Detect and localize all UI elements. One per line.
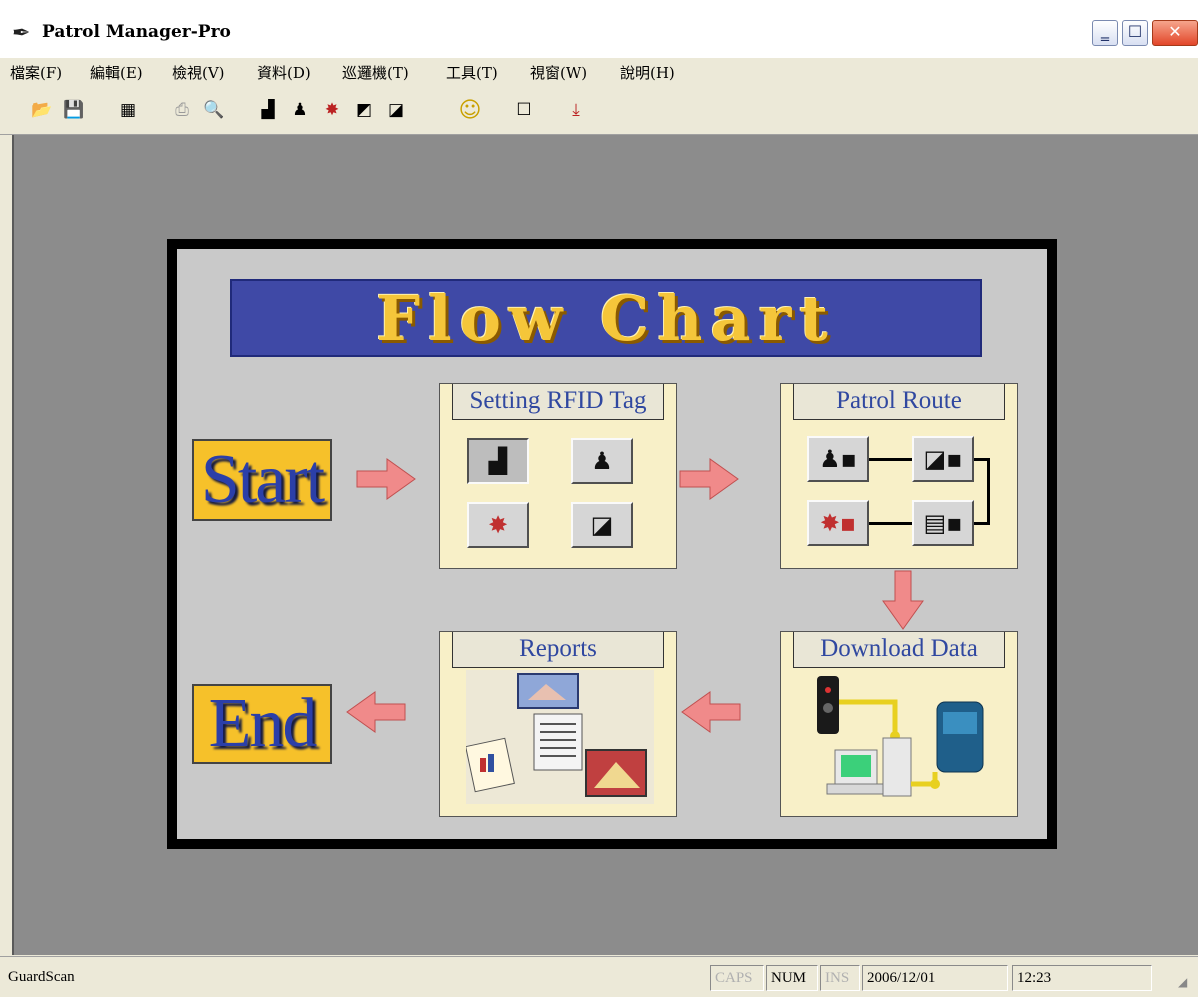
event-icon[interactable]: ✸: [318, 96, 346, 124]
route-connector: [987, 458, 990, 525]
report-reader-button[interactable]: ▤▪: [912, 500, 974, 546]
table-icon[interactable]: ▦: [114, 96, 142, 124]
menu-file[interactable]: 檔案(F): [10, 62, 62, 83]
menu-data[interactable]: 資料(D): [257, 62, 311, 83]
route-icon[interactable]: ◪: [382, 96, 410, 124]
status-date: 2006/12/01: [862, 965, 1008, 991]
title-bar[interactable]: ✒ Patrol Manager-Pro ‗ ☐ ✕: [0, 0, 1198, 59]
route-setting-button[interactable]: ◪: [571, 502, 633, 548]
print-icon[interactable]: ⎙: [168, 96, 196, 124]
patrol-route-label: Patrol Route: [793, 384, 1005, 420]
event-setting-button[interactable]: ✸: [467, 502, 529, 548]
resize-grip-icon[interactable]: ◢: [1178, 975, 1194, 991]
toolbar: 📂 💾 ▦ ⎙ 🔍 ▟ ♟ ✸ ◩ ◪ ☺ ☐ ⤓: [0, 90, 1198, 135]
arrow-route-to-download: [882, 570, 924, 630]
reports-label: Reports: [452, 632, 664, 668]
route-connector: [869, 458, 912, 461]
route-connector: [869, 522, 912, 525]
menu-bar: 檔案(F) 編輯(E) 檢視(V) 資料(D) 巡邏機(T) 工具(T) 視窗(…: [0, 58, 1198, 88]
maximize-button[interactable]: ☐: [1122, 20, 1148, 46]
flowchart-panel: Flow Chart Start End Setting RFID Tag ▟ …: [167, 239, 1057, 849]
close-icon: ✕: [1168, 22, 1182, 41]
guard-icon: ♟: [591, 447, 613, 475]
menu-edit[interactable]: 編輯(E): [90, 62, 143, 83]
menu-tools[interactable]: 工具(T): [446, 62, 498, 83]
guard-icon[interactable]: ♟: [286, 96, 314, 124]
maximize-icon: ☐: [1127, 22, 1143, 41]
status-time: 12:23: [1012, 965, 1152, 991]
download-icon[interactable]: ⤓: [562, 96, 590, 124]
route-connector: [974, 522, 990, 525]
menu-window[interactable]: 視窗(W): [530, 62, 587, 83]
menu-patrol-device[interactable]: 巡邏機(T): [342, 62, 409, 83]
main-window: ✒ Patrol Manager-Pro ‗ ☐ ✕ 檔案(F) 編輯(E) 檢…: [0, 0, 1198, 997]
status-app-name: GuardScan: [8, 969, 75, 985]
event-icon: ✸: [487, 511, 509, 539]
route-icon: ◪: [590, 511, 614, 539]
status-num: NUM: [766, 965, 818, 991]
checkpoint-reader-button[interactable]: ◪▪: [912, 436, 974, 482]
arrow-start-to-setting: [356, 458, 416, 500]
report-reader-icon: ▤▪: [923, 509, 963, 537]
smiley-icon[interactable]: ☺: [456, 96, 484, 124]
setting-rfid-tag-panel: Setting RFID Tag ▟ ♟ ✸ ◪: [439, 383, 677, 569]
minimize-icon: ‗: [1101, 22, 1109, 41]
arrow-reports-to-end: [346, 691, 406, 733]
close-button[interactable]: ✕: [1152, 20, 1198, 46]
download-devices-illustration[interactable]: [805, 672, 995, 802]
new-document-icon[interactable]: ☐: [510, 96, 538, 124]
patrol-route-panel: Patrol Route ♟▪ ◪▪ ✸▪ ▤▪: [780, 383, 1018, 569]
reports-documents-illustration[interactable]: [466, 670, 654, 804]
setting-rfid-tag-label: Setting RFID Tag: [452, 384, 664, 420]
download-data-panel: Download Data: [780, 631, 1018, 817]
guard-setting-button[interactable]: ♟: [571, 438, 633, 484]
event-reader-button[interactable]: ✸▪: [807, 500, 869, 546]
arrow-setting-to-route: [679, 458, 739, 500]
checkpoint-icon[interactable]: ▟: [254, 96, 282, 124]
checkpoint-event-icon[interactable]: ◩: [350, 96, 378, 124]
checkpoint-reader-icon: ◪▪: [923, 445, 963, 473]
event-reader-icon: ✸▪: [819, 509, 857, 537]
reports-panel: Reports: [439, 631, 677, 817]
status-caps: CAPS: [710, 965, 764, 991]
arrow-download-to-reports: [681, 691, 741, 733]
minimize-button[interactable]: ‗: [1092, 20, 1118, 46]
guard-reader-button[interactable]: ♟▪: [807, 436, 869, 482]
status-bar: GuardScan CAPS NUM INS 2006/12/01 12:23 …: [0, 956, 1198, 997]
save-icon[interactable]: 💾: [60, 96, 88, 124]
workspace: Flow Chart Start End Setting RFID Tag ▟ …: [12, 135, 1198, 955]
guard-reader-icon: ♟▪: [819, 445, 857, 473]
open-folder-icon[interactable]: 📂: [28, 96, 56, 124]
window-title: Patrol Manager-Pro: [42, 22, 231, 42]
status-ins: INS: [820, 965, 860, 991]
checkpoint-icon: ▟: [488, 447, 508, 475]
download-data-label: Download Data: [793, 632, 1005, 668]
checkpoint-setting-button[interactable]: ▟: [467, 438, 529, 484]
quill-pen-icon[interactable]: ✒: [12, 22, 38, 46]
print-preview-icon[interactable]: 🔍: [200, 96, 228, 124]
menu-view[interactable]: 檢視(V): [172, 62, 225, 83]
menu-help[interactable]: 說明(H): [620, 62, 675, 83]
